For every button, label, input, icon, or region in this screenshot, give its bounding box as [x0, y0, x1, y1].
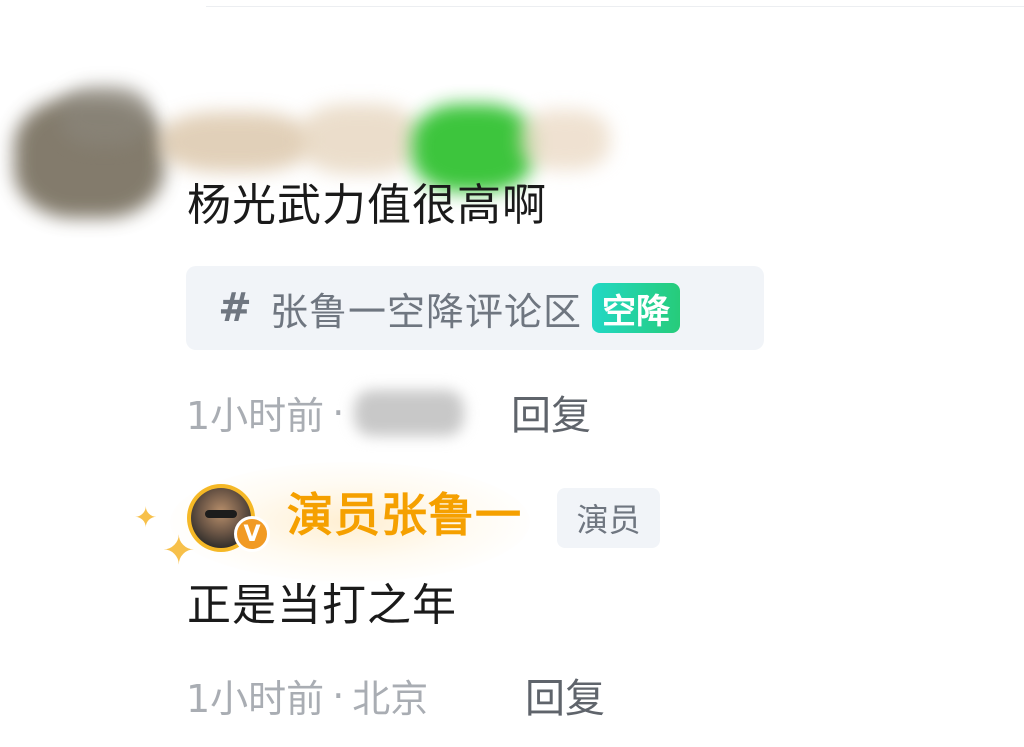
reply-username[interactable]: 演员张鲁一	[287, 492, 522, 538]
comment-meta: 1小时前 ·	[186, 385, 465, 440]
comment-text: 杨光武力值很高啊	[187, 180, 547, 231]
reply-location: 北京	[352, 677, 429, 721]
topic-badge: 空降	[592, 283, 681, 333]
redacted-blur	[300, 104, 420, 174]
meta-separator: ·	[332, 390, 345, 435]
hash-icon: #	[218, 285, 252, 331]
redacted-username	[160, 112, 310, 172]
meta-separator: ·	[332, 673, 345, 718]
reply-time: 1小时前	[186, 677, 325, 721]
comment-time: 1小时前	[186, 394, 325, 438]
verified-icon: V	[234, 516, 270, 552]
avatar-glasses	[205, 510, 237, 518]
redacted-badge	[412, 104, 534, 192]
topic-label: 张鲁一空降评论区	[270, 289, 583, 334]
redacted-commenter-header[interactable]	[0, 40, 620, 218]
redacted-blur	[520, 110, 610, 170]
redacted-location	[354, 389, 465, 436]
top-divider	[206, 6, 1024, 7]
reply-meta: 1小时前 · 北京	[186, 668, 428, 723]
comment-thread: 杨光武力值很高啊 # 张鲁一空降评论区 空降 1小时前 · 回复 ✦ ✦ V 演…	[0, 0, 1024, 747]
reply-text: 正是当打之年	[187, 580, 457, 631]
redacted-blur	[60, 86, 150, 146]
reply-button[interactable]: 回复	[525, 666, 605, 724]
user-role-tag: 演员	[557, 488, 660, 548]
topic-chip[interactable]: # 张鲁一空降评论区 空降	[186, 266, 764, 350]
sparkle-icon: ✦	[134, 501, 158, 534]
reply-button[interactable]: 回复	[511, 383, 591, 441]
sparkle-icon: ✦	[162, 528, 196, 574]
